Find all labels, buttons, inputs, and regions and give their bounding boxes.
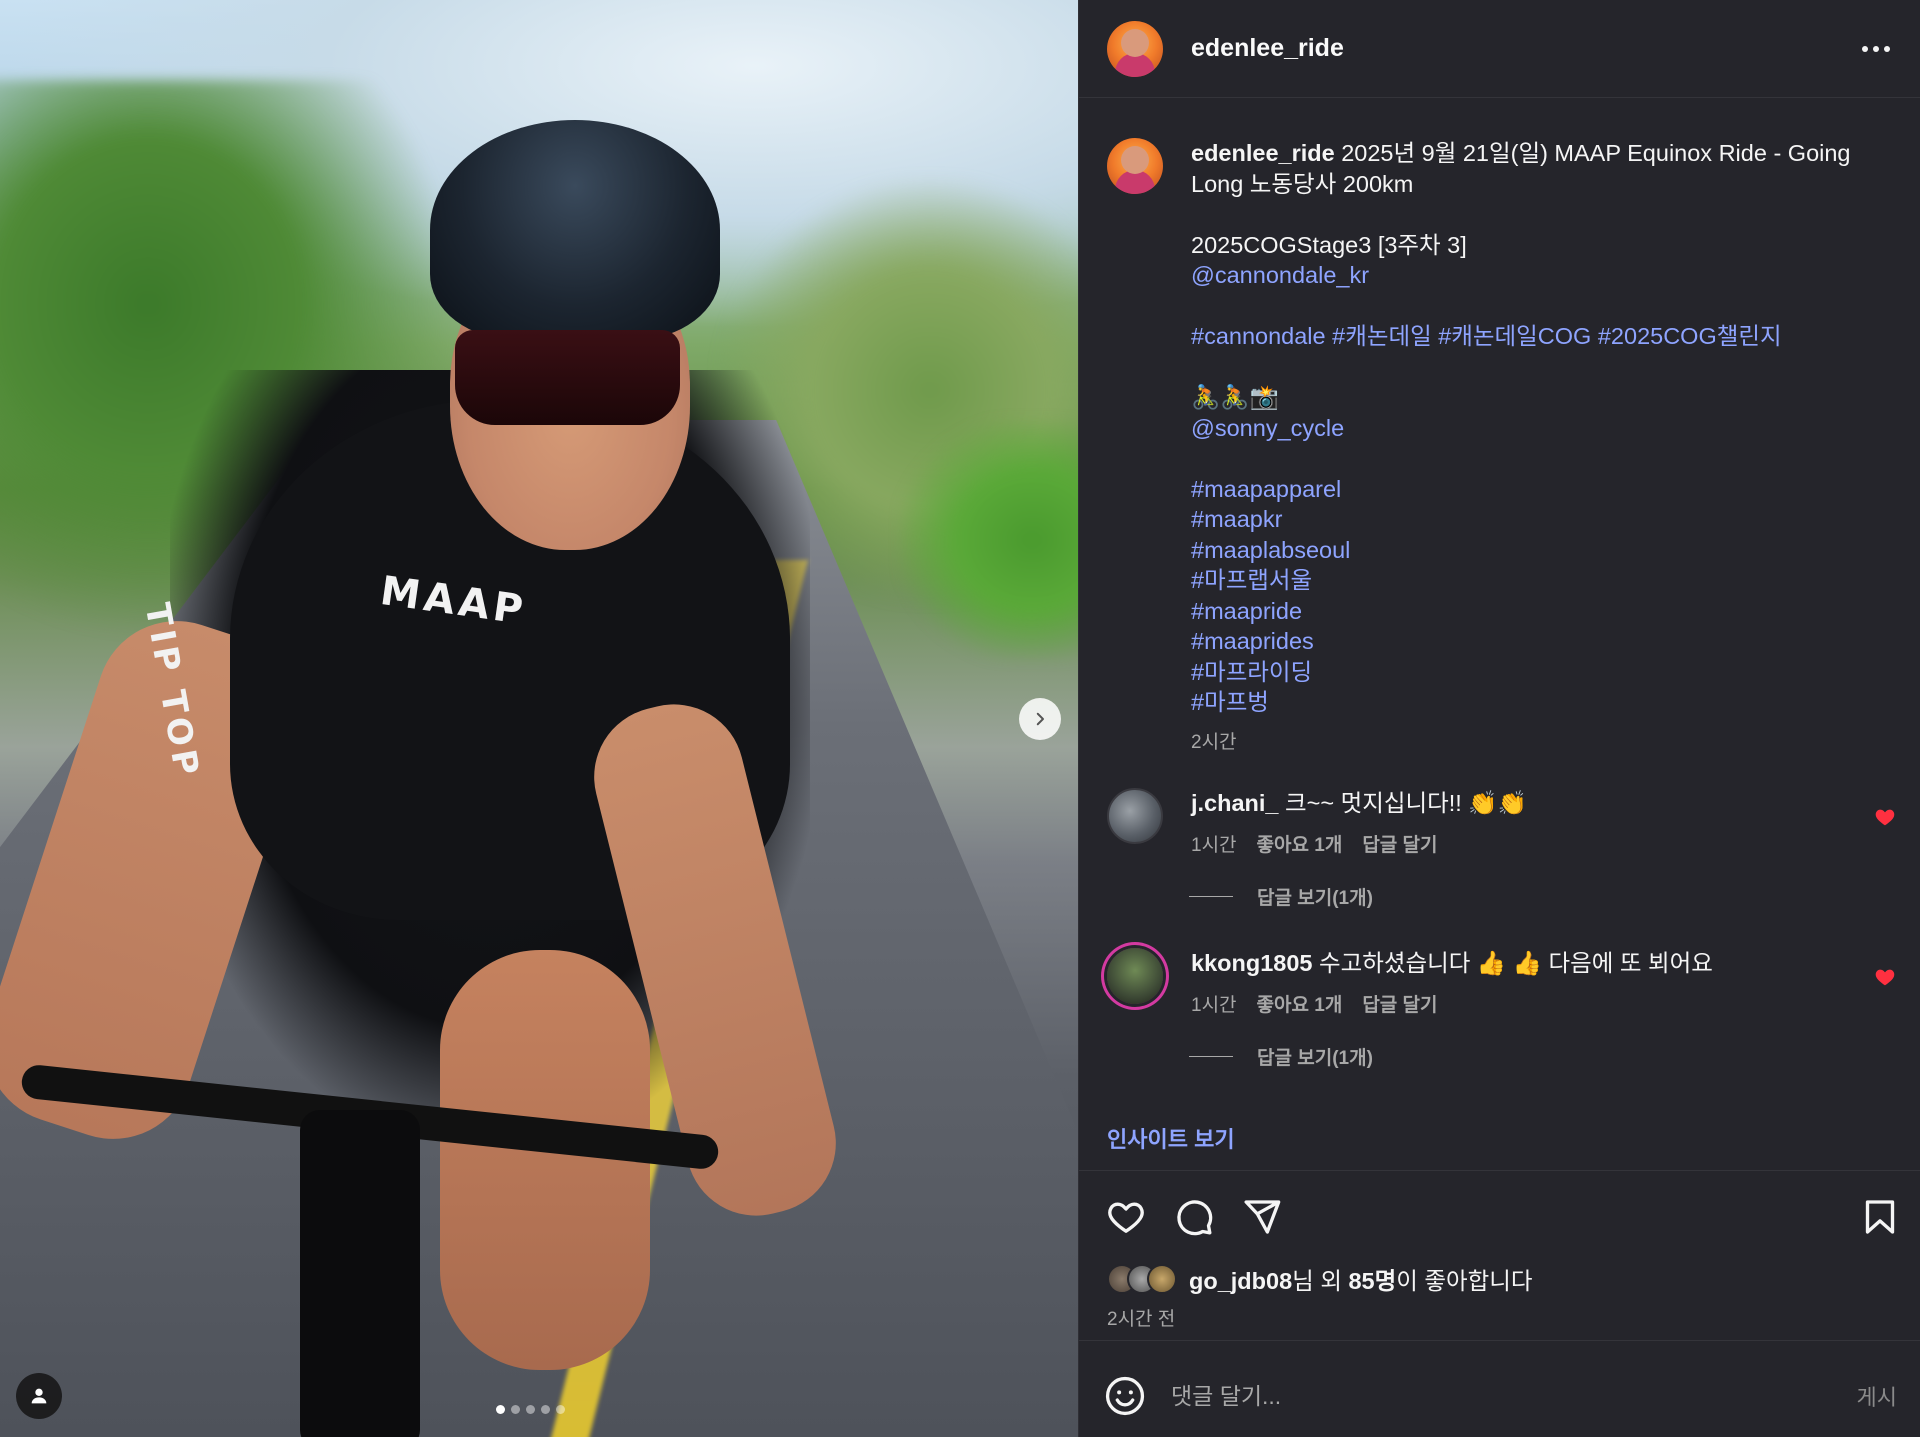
carousel-dot	[496, 1405, 505, 1414]
next-image-button[interactable]	[1019, 698, 1061, 740]
comment-likes[interactable]: 좋아요 1개	[1257, 990, 1343, 1017]
save-button[interactable]	[1857, 1194, 1903, 1240]
comment-item: kkong1805 수고하셨습니다 👍 👍 다음에 또 뵈어요 1시간 좋아요 …	[1107, 948, 1896, 1017]
comment-meta: 1시간 좋아요 1개 답글 달기	[1191, 990, 1896, 1017]
photo-grass	[900, 420, 1078, 660]
hashtag-row: #cannondale #캐논데일 #캐논데일COG #2025COG챌린지	[1191, 321, 1891, 352]
comment-heart-icon[interactable]	[1874, 966, 1896, 988]
hashtag-link[interactable]: #캐논데일COG	[1438, 323, 1591, 349]
hashtag-link[interactable]: #maapapparel	[1191, 474, 1891, 505]
comment-composer: 게시	[1103, 1372, 1903, 1420]
like-button[interactable]	[1103, 1194, 1149, 1240]
hashtag-link[interactable]: #마프라이딩	[1191, 657, 1891, 688]
comment-item: j.chani_ 크~~ 멋지십니다!! 👏👏 1시간 좋아요 1개 답글 달기	[1107, 788, 1896, 857]
comment-meta: 1시간 좋아요 1개 답글 달기	[1191, 830, 1896, 857]
carousel-dots	[496, 1405, 565, 1414]
mention-link[interactable]: @sonny_cycle	[1191, 413, 1891, 444]
comment-body: 크~~ 멋지십니다!! 👏👏	[1285, 790, 1527, 816]
more-icon	[1862, 45, 1868, 52]
comment-body: 수고하셨습니다 👍 👍 다음에 또 뵈어요	[1319, 950, 1713, 976]
comment-button[interactable]	[1171, 1194, 1217, 1240]
post-side-panel: edenlee_ride edenlee_ride 2025년 9월 21일(일…	[1078, 0, 1920, 1437]
hashtag-link[interactable]: #2025COG챌린지	[1598, 323, 1782, 349]
liker-username[interactable]: go_jdb08	[1189, 1268, 1292, 1294]
commenter-avatar[interactable]	[1107, 788, 1163, 844]
hashtag-link[interactable]: #maapkr	[1191, 504, 1891, 535]
divider	[1079, 1170, 1920, 1171]
share-icon	[1244, 1200, 1281, 1234]
replies-divider	[1189, 896, 1233, 897]
posted-time[interactable]: 2시간 전	[1107, 1304, 1175, 1331]
user-tag-icon	[31, 1388, 47, 1404]
hashtag-link[interactable]: #maaprides	[1191, 626, 1891, 657]
commenter-avatar[interactable]	[1107, 948, 1163, 1004]
author-avatar[interactable]	[1107, 20, 1163, 77]
carousel-dot	[541, 1405, 550, 1414]
comment-likes[interactable]: 좋아요 1개	[1257, 830, 1343, 857]
comment-heart-icon[interactable]	[1874, 806, 1896, 828]
caption-avatar[interactable]	[1107, 138, 1163, 194]
liker-avatars	[1107, 1264, 1177, 1294]
hashtag-link[interactable]: #마프랩서울	[1191, 565, 1891, 596]
comment-input[interactable]	[1171, 1382, 1857, 1410]
hashtag-link[interactable]: #maapride	[1191, 596, 1891, 627]
chevron-right-icon	[1036, 712, 1044, 726]
caption-emoji-line: 🚴🚴📸	[1191, 384, 1279, 410]
heart-icon	[1108, 1202, 1144, 1233]
hashtag-link[interactable]: #캐논데일	[1332, 323, 1432, 349]
tagged-users-button[interactable]	[16, 1373, 62, 1419]
comment-text: kkong1805 수고하셨습니다 👍 👍 다음에 또 뵈어요	[1191, 948, 1896, 978]
commenter-username[interactable]: kkong1805	[1191, 950, 1312, 976]
comment-time[interactable]: 1시간	[1191, 830, 1237, 857]
reply-button[interactable]: 답글 달기	[1362, 830, 1437, 857]
carousel-dot	[511, 1405, 520, 1414]
caption-line-2: 2025COGStage3 [3주차 3]	[1191, 231, 1467, 258]
hashtag-link[interactable]: #maaplabseoul	[1191, 535, 1891, 566]
hashtag-link[interactable]: #cannondale	[1191, 323, 1326, 349]
mention-link[interactable]: @cannondale_kr	[1191, 260, 1891, 291]
view-replies-button[interactable]: 답글 보기(1개)	[1189, 1043, 1896, 1070]
post-comment-button[interactable]: 게시	[1857, 1380, 1897, 1412]
comment-text: j.chani_ 크~~ 멋지십니다!! 👏👏	[1191, 788, 1896, 818]
share-button[interactable]	[1239, 1194, 1285, 1240]
instagram-post-modal: MAAP TIP TOP edenlee_ride edenlee_ride 2…	[0, 0, 1920, 1437]
comment-icon	[1177, 1200, 1213, 1236]
hashtag-link[interactable]: #마프벙	[1191, 687, 1891, 718]
carousel-dot	[556, 1405, 565, 1414]
likes-summary[interactable]: go_jdb08님 외 85명이 좋아합니다	[1107, 1262, 1533, 1296]
view-insights-link[interactable]: 인사이트 보기	[1107, 1122, 1235, 1154]
caption-text: edenlee_ride 2025년 9월 21일(일) MAAP Equino…	[1191, 138, 1891, 758]
photo-rider-glasses	[455, 330, 680, 425]
author-username[interactable]: edenlee_ride	[1191, 34, 1344, 63]
reply-button[interactable]: 답글 달기	[1362, 990, 1437, 1017]
likes-count[interactable]: 85명	[1348, 1268, 1396, 1294]
action-bar	[1103, 1192, 1903, 1242]
liker-avatar	[1147, 1264, 1177, 1294]
likes-text: go_jdb08님 외 85명이 좋아합니다	[1189, 1268, 1533, 1294]
more-options-button[interactable]	[1856, 29, 1896, 69]
divider	[1079, 1340, 1920, 1341]
photo-stem	[300, 1110, 420, 1437]
caption-time[interactable]: 2시간	[1191, 728, 1891, 759]
view-replies-button[interactable]: 답글 보기(1개)	[1189, 883, 1896, 910]
post-photo[interactable]: MAAP TIP TOP	[0, 0, 1078, 1437]
comment-time[interactable]: 1시간	[1191, 990, 1237, 1017]
view-replies-label: 답글 보기(1개)	[1257, 888, 1373, 909]
caption: edenlee_ride 2025년 9월 21일(일) MAAP Equino…	[1107, 138, 1896, 758]
caption-username[interactable]: edenlee_ride	[1191, 140, 1335, 166]
commenter-username[interactable]: j.chani_	[1191, 790, 1279, 816]
emoji-icon[interactable]	[1103, 1374, 1147, 1418]
bookmark-icon	[1865, 1200, 1895, 1234]
photo-rider-helmet	[430, 120, 720, 340]
comments-scroll-area[interactable]: edenlee_ride 2025년 9월 21일(일) MAAP Equino…	[1079, 98, 1920, 1158]
carousel-dot	[526, 1405, 535, 1414]
post-header: edenlee_ride	[1079, 0, 1920, 98]
replies-divider	[1189, 1056, 1233, 1057]
view-replies-label: 답글 보기(1개)	[1257, 1048, 1373, 1069]
